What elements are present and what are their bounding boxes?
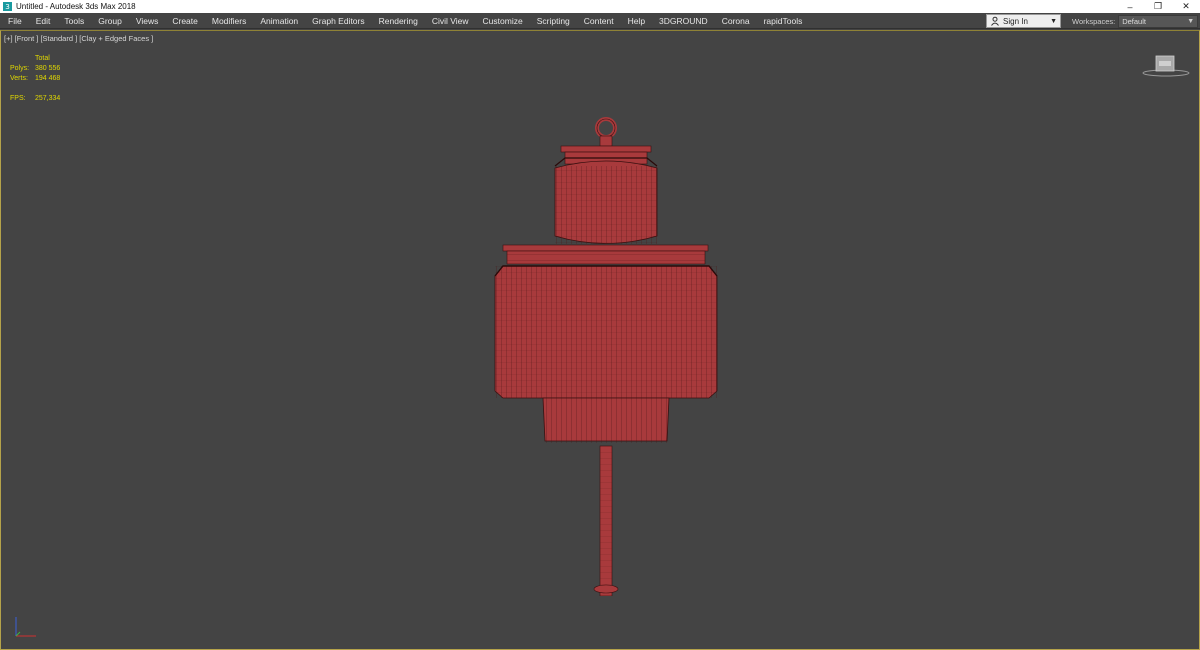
window-title: Untitled - Autodesk 3ds Max 2018 [16,2,136,11]
menu-item-rapidtools[interactable]: rapidTools [757,16,810,26]
menu-items: File Edit Tools Group Views Create Modifiers An… [0,13,809,29]
chevron-down-icon: ▼ [1187,17,1195,25]
menu-item-customize[interactable]: Customize [476,16,530,26]
window-controls: – ❐ ✕ [1116,0,1200,13]
3dsmax-app-icon: 3 [3,2,12,11]
menu-item-graph-editors[interactable]: Graph Editors [305,16,371,26]
menu-item-edit[interactable]: Edit [29,16,58,26]
menu-item-rendering[interactable]: Rendering [372,16,425,26]
menu-item-modifiers[interactable]: Modifiers [205,16,253,26]
workspaces-dropdown[interactable]: Default ▼ [1118,14,1199,28]
menu-item-create[interactable]: Create [165,16,205,26]
menu-item-scripting[interactable]: Scripting [530,16,577,26]
menu-item-file[interactable]: File [0,16,29,26]
verts-label: Verts: [10,75,28,82]
menu-item-3dground[interactable]: 3DGROUND [652,16,715,26]
restore-button[interactable]: ❐ [1144,0,1172,13]
stats-total-header: Total [35,55,50,62]
sign-in-label: Sign In [1003,16,1028,26]
svg-text:3: 3 [5,2,10,11]
polys-label: Polys: [10,65,30,72]
title-bar: 3 Untitled - Autodesk 3ds Max 2018 – ❐ ✕ [0,0,1200,13]
viewcube-icon[interactable] [1141,53,1191,79]
menu-item-group[interactable]: Group [91,16,129,26]
table-lamp-model[interactable] [481,86,731,596]
menu-item-corona[interactable]: Corona [715,16,757,26]
fps-value: 257,334 [35,95,61,102]
chevron-down-icon: ▼ [1050,18,1057,25]
close-button[interactable]: ✕ [1172,0,1200,13]
workspaces-control: Workspaces: Default ▼ [1072,14,1199,28]
viewport-statistics: Total Polys: 380 556 Verts: 194 468 FPS: 25… [10,54,60,104]
fps-label: FPS: [10,95,26,102]
front-viewport[interactable]: [+] [Front ] [Standard ] [Clay + Edged F… [0,30,1200,650]
polys-value: 380 556 [35,65,61,72]
menu-item-tools[interactable]: Tools [57,16,91,26]
sign-in-button[interactable]: Sign In ▼ [986,14,1061,28]
user-icon [991,16,999,26]
minimize-button[interactable]: – [1116,0,1144,13]
menu-item-civil-view[interactable]: Civil View [425,16,476,26]
viewport-label[interactable]: [+] [Front ] [Standard ] [Clay + Edged F… [4,34,153,43]
workspaces-value: Default [1122,16,1146,26]
menu-item-content[interactable]: Content [577,16,621,26]
workspaces-label: Workspaces: [1072,16,1116,26]
verts-value: 194 468 [35,75,61,82]
axis-tripod-icon [15,617,36,637]
menu-item-animation[interactable]: Animation [253,16,305,26]
menu-item-views[interactable]: Views [129,16,166,26]
menu-item-help[interactable]: Help [621,16,652,26]
